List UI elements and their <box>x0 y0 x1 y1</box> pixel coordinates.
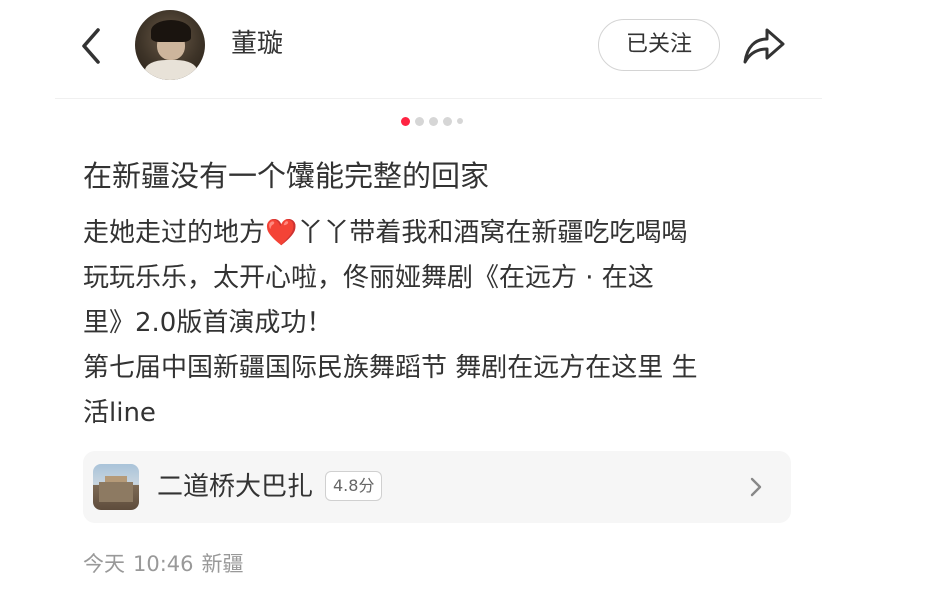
post-body: 走她走过的地方❤️丫丫带着我和酒窝在新疆吃吃喝喝 玩玩乐乐，太开心啦，佟丽娅舞剧… <box>83 211 783 436</box>
carousel-dot <box>457 118 463 124</box>
location-thumbnail <box>93 464 139 510</box>
carousel-dot <box>443 116 452 126</box>
avatar[interactable] <box>135 10 205 80</box>
chevron-right-icon <box>750 477 762 497</box>
post-body-line: 活line <box>83 398 156 428</box>
post-meta: 今天 10:46 新疆 <box>83 548 252 580</box>
post-body-line: 玩玩乐乐，太开心啦，佟丽娅舞剧《在远方 · 在这 <box>83 263 654 293</box>
carousel-dot <box>415 116 424 126</box>
location-card[interactable]: 二道桥大巴扎 4.8分 <box>83 451 791 523</box>
rating-badge: 4.8分 <box>325 471 383 501</box>
share-icon <box>743 28 785 64</box>
carousel-dot-active <box>401 116 410 126</box>
post-time: 10:46 <box>133 552 194 576</box>
back-button[interactable] <box>76 24 110 68</box>
location-name: 二道桥大巴扎 <box>157 472 314 502</box>
follow-button[interactable]: 已关注 <box>598 19 720 71</box>
heart-emoji-icon: ❤️ <box>265 218 298 248</box>
post-region: 新疆 <box>201 552 244 576</box>
username[interactable]: 董璇 <box>231 26 283 62</box>
header-divider <box>55 98 822 99</box>
carousel-dot <box>429 116 438 126</box>
post-day: 今天 <box>83 552 125 576</box>
carousel-indicator <box>401 116 463 126</box>
back-arrow-icon <box>82 28 100 64</box>
post-body-line: 里》2.0版首演成功！ <box>83 308 333 338</box>
post-body-line: 走她走过的地方❤️丫丫带着我和酒窝在新疆吃吃喝喝 <box>83 218 688 248</box>
post-title: 在新疆没有一个馕能完整的回家 <box>83 159 490 193</box>
post-body-line: 第七届中国新疆国际民族舞蹈节 舞剧在远方在这里 生 <box>83 353 698 383</box>
post-header: 董璇 已关注 <box>0 0 946 100</box>
share-button[interactable] <box>741 25 787 67</box>
